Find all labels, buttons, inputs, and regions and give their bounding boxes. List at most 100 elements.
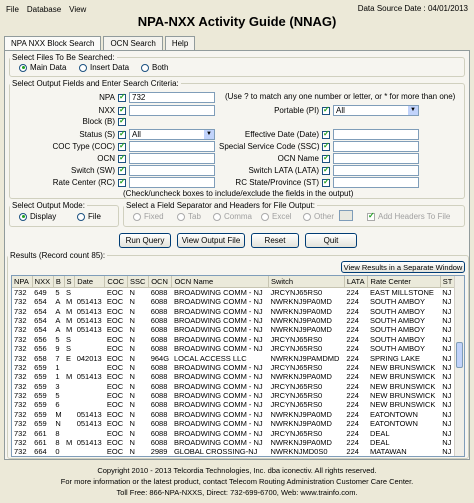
reset-button[interactable]: Reset bbox=[251, 233, 299, 248]
effective-date-input[interactable] bbox=[333, 129, 419, 140]
chevron-down-icon[interactable]: ▼ bbox=[408, 106, 418, 115]
ocn-input[interactable] bbox=[129, 153, 215, 164]
table-row[interactable]: 732 654 A M 051413 EOC N 6088 BROADWING COMM - N… bbox=[12, 316, 456, 325]
column-header[interactable]: Rate Center bbox=[367, 276, 441, 288]
rc-state-checkbox[interactable] bbox=[322, 177, 330, 187]
table-row[interactable]: 732 661 8 EOC N 6088 BROADWING COMM - NJ JRCYNJ… bbox=[12, 428, 456, 438]
npa-input[interactable]: 732 bbox=[129, 92, 215, 103]
quit-button[interactable]: Quit bbox=[305, 233, 357, 248]
radio-file[interactable]: File bbox=[77, 212, 101, 221]
radio-insert-data[interactable]: Insert Data bbox=[79, 63, 129, 72]
radio-comma-indicator[interactable] bbox=[213, 212, 221, 221]
switch-checkbox[interactable] bbox=[118, 165, 126, 175]
chevron-down-icon[interactable]: ▼ bbox=[204, 130, 214, 139]
portable-select[interactable]: All ▼ bbox=[333, 105, 419, 116]
table-row[interactable]: 732 659 1 EOC N 6088 BROADWING COMM - NJ JRCYNJ… bbox=[12, 363, 456, 372]
table-row[interactable]: 732 659 1 M 051413 EOC N 6088 BROADWING COMM - N… bbox=[12, 372, 456, 381]
table-cell: A bbox=[55, 306, 61, 316]
tab-help[interactable]: Help bbox=[164, 36, 196, 50]
results-scrollbar[interactable] bbox=[454, 276, 464, 456]
radio-display-indicator[interactable] bbox=[19, 212, 27, 221]
table-row[interactable]: 732 654 A M 051413 EOC N 6088 BROADWING COMM - N… bbox=[12, 306, 456, 316]
table-row[interactable]: 732 649 5 S EOC N 6088 BROADWING COMM - NJ JRCYN… bbox=[12, 288, 456, 297]
add-headers-option[interactable]: Add Headers To File bbox=[367, 211, 450, 221]
radio-both-indicator[interactable] bbox=[141, 63, 149, 72]
radio-insert-data-indicator[interactable] bbox=[79, 63, 87, 72]
coc-input[interactable] bbox=[129, 141, 215, 152]
column-header[interactable]: NXX bbox=[32, 276, 54, 288]
column-header[interactable]: OCN Name bbox=[171, 276, 269, 288]
column-header[interactable]: B bbox=[53, 276, 65, 288]
radio-other-indicator[interactable] bbox=[303, 212, 311, 221]
lata-checkbox[interactable] bbox=[322, 165, 330, 175]
table-row[interactable]: 732 658 7 E 042013 EOC N 964G LOCAL ACCESS LLC NW… bbox=[12, 353, 456, 363]
radio-fixed-indicator[interactable] bbox=[133, 212, 141, 221]
table-row[interactable]: 732 654 A M 051413 EOC N 6088 BROADWING COMM - N… bbox=[12, 325, 456, 334]
ocn-checkbox[interactable] bbox=[118, 153, 126, 163]
table-row[interactable]: 732 661 8 M 051413 EOC N 6088 BROADWING COMM - N… bbox=[12, 438, 456, 447]
table-cell: EOC bbox=[106, 447, 124, 457]
table-cell: BROADWING COMM - NJ bbox=[173, 419, 263, 429]
table-cell: 6088 bbox=[150, 362, 168, 372]
coc-checkbox[interactable] bbox=[118, 141, 126, 151]
nxx-input[interactable] bbox=[129, 105, 215, 116]
column-header[interactable]: S bbox=[64, 276, 76, 288]
column-header[interactable]: SSC bbox=[127, 276, 150, 288]
menu-file[interactable]: File bbox=[6, 5, 19, 14]
radio-file-indicator[interactable] bbox=[77, 212, 85, 221]
table-row[interactable]: 732 659 3 EOC N 6088 BROADWING COMM - NJ JRCYNJ… bbox=[12, 382, 456, 391]
portable-checkbox[interactable] bbox=[322, 105, 330, 115]
ssc-input[interactable] bbox=[333, 141, 419, 152]
radio-fixed[interactable]: Fixed bbox=[133, 212, 164, 221]
table-row[interactable]: 732 659 N 051413 EOC N 6088 BROADWING COMM - NJ… bbox=[12, 419, 456, 428]
ocn-name-input[interactable] bbox=[333, 153, 419, 164]
radio-other[interactable]: Other bbox=[303, 212, 334, 221]
ssc-checkbox[interactable] bbox=[322, 141, 330, 151]
radio-tab-indicator[interactable] bbox=[177, 212, 185, 221]
radio-both[interactable]: Both bbox=[141, 63, 168, 72]
table-row[interactable]: 732 654 A M 051413 EOC N 6088 BROADWING COMM - N… bbox=[12, 297, 456, 306]
rc-state-input[interactable] bbox=[333, 177, 419, 188]
status-select[interactable]: All ▼ bbox=[129, 129, 215, 140]
scrollbar-thumb[interactable] bbox=[456, 342, 463, 368]
add-headers-checkbox[interactable] bbox=[367, 211, 375, 221]
column-header[interactable]: NPA bbox=[12, 276, 33, 288]
column-header[interactable]: Date bbox=[74, 276, 106, 288]
tab-npa-nxx-block-search[interactable]: NPA NXX Block Search bbox=[4, 36, 102, 51]
radio-main-data[interactable]: Main Data bbox=[19, 63, 66, 72]
other-separator-input[interactable] bbox=[339, 210, 353, 221]
view-separate-window-button[interactable]: View Results in a Separate Window bbox=[341, 261, 465, 273]
column-header[interactable]: LATA bbox=[344, 276, 369, 288]
table-row[interactable]: 732 656 9 S EOC N 6088 BROADWING COMM - NJ JRCYN… bbox=[12, 344, 456, 353]
menu-view[interactable]: View bbox=[69, 5, 86, 14]
run-query-button[interactable]: Run Query bbox=[119, 233, 171, 248]
nxx-checkbox[interactable] bbox=[118, 105, 126, 115]
npa-checkbox[interactable] bbox=[118, 92, 126, 102]
ocn-name-checkbox[interactable] bbox=[322, 153, 330, 163]
column-header[interactable]: Switch bbox=[268, 276, 345, 288]
rate-center-input[interactable] bbox=[129, 177, 215, 188]
column-header[interactable]: COC bbox=[104, 276, 128, 288]
column-header[interactable]: OCN bbox=[148, 276, 173, 288]
radio-comma[interactable]: Comma bbox=[213, 212, 252, 221]
table-row[interactable]: 732 664 0 EOC N 2989 GLOBAL CROSSING-NJ NWRKNJM… bbox=[12, 447, 456, 456]
view-output-file-button[interactable]: View Output File bbox=[177, 233, 245, 248]
rate-center-checkbox[interactable] bbox=[118, 177, 126, 187]
block-checkbox[interactable] bbox=[118, 116, 126, 126]
radio-main-data-indicator[interactable] bbox=[19, 63, 27, 72]
radio-display[interactable]: Display bbox=[19, 212, 56, 221]
switch-input[interactable] bbox=[129, 165, 215, 176]
table-cell: 6088 bbox=[150, 409, 168, 419]
menu-database[interactable]: Database bbox=[27, 5, 61, 14]
effective-date-checkbox[interactable] bbox=[322, 129, 330, 139]
radio-excel-indicator[interactable] bbox=[261, 212, 269, 221]
lata-input[interactable] bbox=[333, 165, 419, 176]
tab-ocn-search[interactable]: OCN Search bbox=[103, 36, 163, 50]
table-row[interactable]: 732 659 5 EOC N 6088 BROADWING COMM - NJ JRCYNJ… bbox=[12, 391, 456, 400]
status-checkbox[interactable] bbox=[118, 129, 126, 139]
radio-tab[interactable]: Tab bbox=[177, 212, 201, 221]
table-row[interactable]: 732 659 6 EOC N 6088 BROADWING COMM - NJ JRCYNJ… bbox=[12, 400, 456, 409]
table-row[interactable]: 732 659 M 051413 EOC N 6088 BROADWING COMM - NJ… bbox=[12, 410, 456, 419]
radio-excel[interactable]: Excel bbox=[261, 212, 292, 221]
table-row[interactable]: 732 656 5 S EOC N 6088 BROADWING COMM - NJ JRCYN… bbox=[12, 335, 456, 344]
